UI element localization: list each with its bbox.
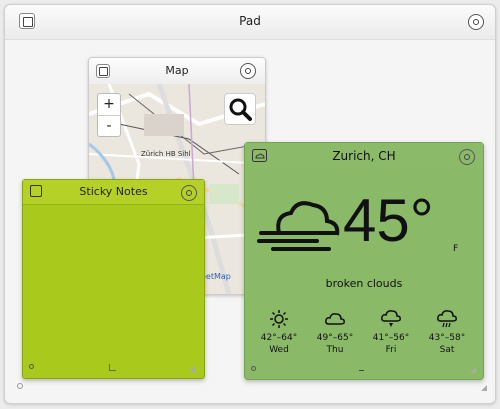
temperature-unit[interactable]: F bbox=[453, 244, 458, 254]
sticky-titlebar: Sticky Notes bbox=[23, 180, 204, 205]
weather-resize-handle[interactable] bbox=[468, 365, 476, 373]
cloud-wind-icon bbox=[257, 201, 340, 251]
forecast-range: 43°–58° bbox=[428, 333, 466, 343]
cloud-icon bbox=[325, 313, 345, 325]
weather-condition: broken clouds bbox=[325, 277, 403, 290]
forecast-range: 41°–56° bbox=[372, 333, 410, 343]
map-titlebar: Map bbox=[89, 58, 265, 85]
weather-footer-dot bbox=[251, 366, 256, 371]
cloud-rain-icon bbox=[381, 310, 401, 327]
forecast-range: 49°–65° bbox=[316, 333, 354, 343]
forecast-day-label: Fri bbox=[385, 345, 397, 355]
sticky-notes-widget: Sticky Notes bbox=[22, 179, 205, 379]
weather-footer-marker bbox=[359, 367, 364, 371]
sticky-title: Sticky Notes bbox=[79, 185, 148, 198]
forecast-day-label: Thu bbox=[326, 345, 344, 355]
sticky-resize-handle[interactable] bbox=[187, 364, 195, 372]
forecast-day: 49°–65° Thu bbox=[307, 309, 363, 355]
weather-location: Zurich, CH bbox=[332, 149, 396, 163]
pad-settings-gear-icon[interactable] bbox=[468, 14, 484, 30]
sticky-footer-dot bbox=[29, 364, 34, 369]
pad-footer-dot bbox=[17, 383, 23, 389]
zoom-out-button[interactable]: - bbox=[98, 115, 120, 137]
forecast-day-label: Sat bbox=[439, 345, 455, 355]
cloud-rain-icon bbox=[437, 310, 457, 328]
forecast-day: 42°–64° Wed bbox=[251, 309, 307, 355]
map-title: Map bbox=[165, 64, 189, 77]
sun-icon bbox=[270, 310, 288, 328]
current-temperature: 45° bbox=[343, 187, 434, 254]
pad-resize-handle[interactable] bbox=[479, 383, 487, 391]
weather-widget: Zurich, CH 45° F broken clouds 42°–64° W… bbox=[244, 142, 484, 380]
pad-titlebar: Pad bbox=[5, 5, 495, 40]
map-settings-gear-icon[interactable] bbox=[240, 63, 256, 79]
map-search-button[interactable] bbox=[224, 93, 256, 125]
sticky-footer-marker bbox=[109, 364, 116, 371]
map-station-label: Zürich HB Sihl bbox=[141, 150, 191, 158]
forecast-day-label: Wed bbox=[269, 345, 289, 355]
forecast-day: 43°–58° Sat bbox=[419, 309, 475, 355]
weather-settings-gear-icon[interactable] bbox=[459, 149, 475, 165]
map-zoom-control: + - bbox=[97, 93, 121, 137]
forecast-day: 41°–56° Fri bbox=[363, 309, 419, 355]
pad-title: Pad bbox=[239, 14, 261, 28]
map-attribution[interactable]: eetMap bbox=[201, 272, 231, 281]
weather-titlebar: Zurich, CH bbox=[245, 143, 483, 169]
sticky-settings-gear-icon[interactable] bbox=[181, 185, 197, 201]
zoom-in-button[interactable]: + bbox=[98, 94, 120, 115]
forecast-range: 42°–64° bbox=[260, 333, 298, 343]
sticky-note-body[interactable] bbox=[31, 210, 196, 362]
search-icon bbox=[229, 98, 252, 121]
